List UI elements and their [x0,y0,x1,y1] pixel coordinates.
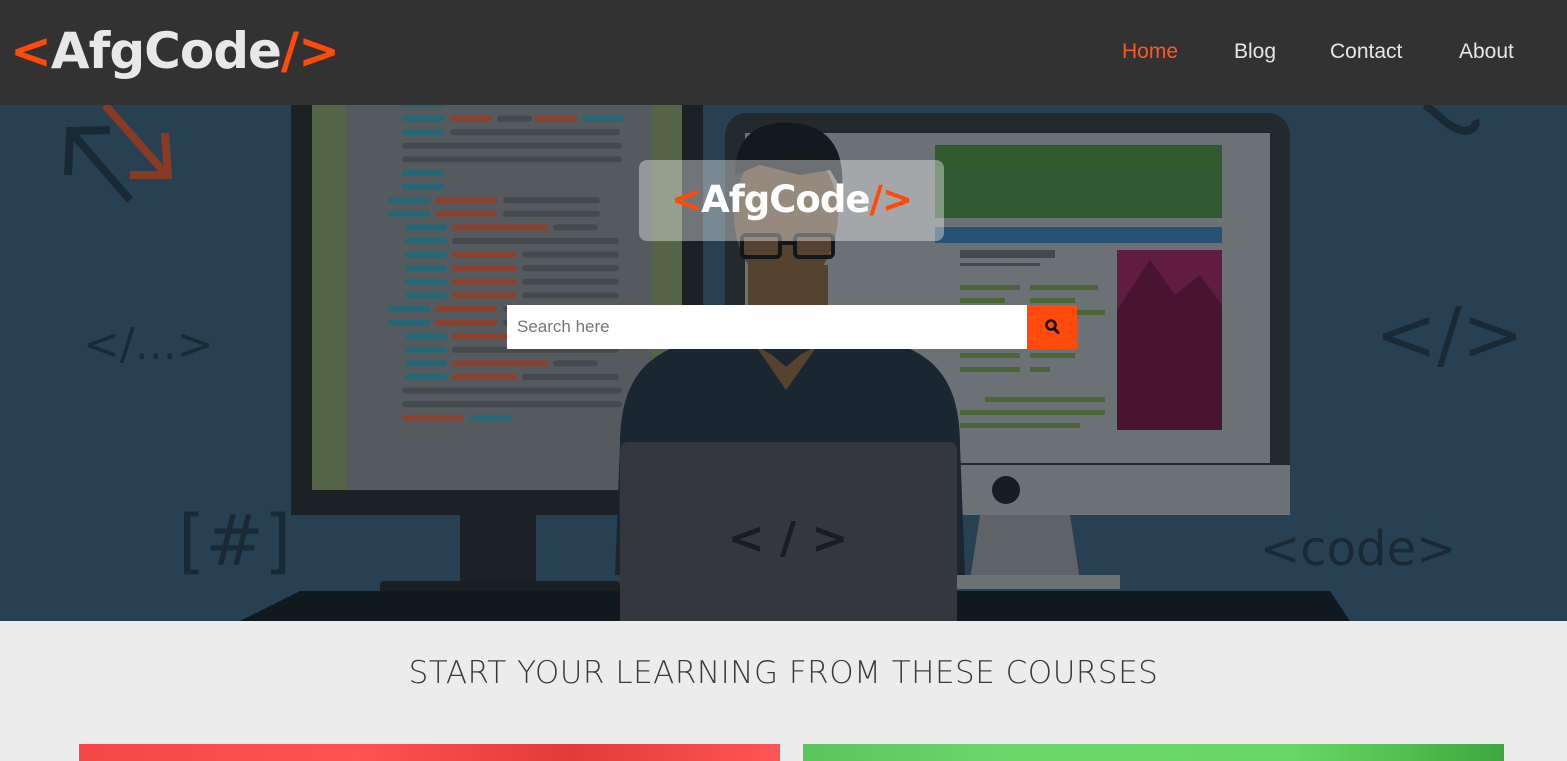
hero-logo-name: AfgCode [701,178,870,221]
nav-home[interactable]: Home [1122,40,1178,64]
nav-blog[interactable]: Blog [1234,40,1276,64]
hero-logo-badge: <AfgCode/> [639,160,944,241]
search-button[interactable] [1027,305,1077,349]
hero-logo-close-bracket: /> [869,178,913,221]
search-input[interactable] [507,305,1027,349]
search-icon [1045,319,1060,334]
main-nav: Home Blog Contact About [0,40,1567,70]
course-card-2[interactable] [803,744,1504,761]
hero-logo: <AfgCode/> [639,178,944,222]
hero-banner: < / > </...> </> [#] <code> <AfgCode/> [0,105,1567,621]
hero-logo-open-bracket: < [671,178,702,221]
course-card-1[interactable] [79,744,780,761]
nav-contact[interactable]: Contact [1330,40,1402,64]
navbar: <AfgCode/> Home Blog Contact About [0,0,1567,105]
nav-about[interactable]: About [1459,40,1514,64]
courses-heading: START YOUR LEARNING FROM THESE COURSES [408,655,1159,691]
search-bar [507,305,1077,349]
